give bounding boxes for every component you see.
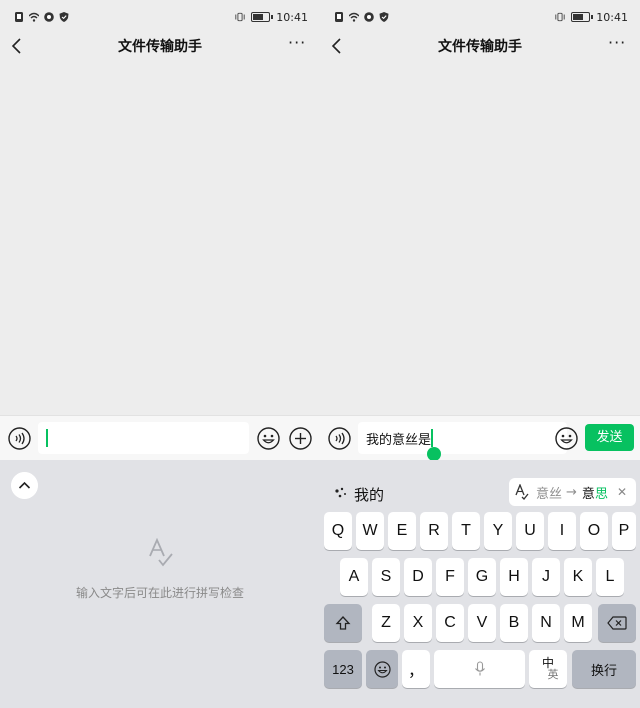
battery-level: [253, 14, 263, 20]
key-m[interactable]: M: [564, 604, 592, 642]
key-p[interactable]: P: [612, 512, 636, 550]
key-t[interactable]: T: [452, 512, 480, 550]
key-d[interactable]: D: [404, 558, 432, 596]
emoji-icon: [373, 660, 391, 678]
shift-icon: [335, 616, 351, 630]
message-input-text: 我的意丝是: [366, 432, 432, 448]
key-n[interactable]: N: [532, 604, 560, 642]
app-icon: [364, 12, 374, 22]
notification-icon: [335, 12, 343, 22]
key-h[interactable]: H: [500, 558, 528, 596]
lang-zh-label: 中: [541, 656, 554, 670]
suggestion-arrow: →: [566, 484, 577, 500]
add-icon[interactable]: [289, 427, 312, 450]
punctuation-key[interactable]: ，: [402, 650, 430, 688]
status-time: 10:41: [276, 10, 308, 24]
key-c[interactable]: C: [436, 604, 464, 642]
key-g[interactable]: G: [468, 558, 496, 596]
chat-title: 文件传输助手: [438, 39, 522, 55]
status-bar: 10:41: [0, 0, 320, 34]
spell-check-hint: 输入文字后可在此进行拼写检查: [75, 586, 244, 600]
text-cursor: [431, 429, 433, 447]
input-bar: [0, 415, 320, 460]
key-b[interactable]: B: [500, 604, 528, 642]
key-w[interactable]: W: [356, 512, 384, 550]
backspace-icon: [607, 616, 627, 630]
left-screen: 10:41 文件传输助手 ··· 输入文字后可在此进行拼写检查: [0, 0, 320, 708]
key-f[interactable]: F: [436, 558, 464, 596]
suggestion-corrected-char: 思: [594, 486, 608, 502]
backspace-key[interactable]: [598, 604, 636, 642]
language-switch-key[interactable]: 中 英: [529, 650, 567, 688]
spell-check-icon: [149, 538, 173, 567]
spell-check-icon: [515, 484, 529, 500]
sparkle-icon: [335, 487, 346, 498]
cursor-handle[interactable]: [427, 447, 441, 461]
input-bar: 我的意丝是 发送: [320, 415, 640, 461]
more-options-button[interactable]: ···: [608, 35, 626, 52]
battery-icon: [251, 12, 274, 22]
key-u[interactable]: U: [516, 512, 544, 550]
status-time: 10:41: [596, 10, 628, 24]
message-input[interactable]: [38, 422, 249, 454]
emoji-key[interactable]: [366, 650, 398, 688]
app-icon: [44, 12, 54, 22]
more-options-button[interactable]: ···: [288, 35, 306, 52]
status-left-icons: [334, 11, 389, 23]
key-v[interactable]: V: [468, 604, 496, 642]
key-e[interactable]: E: [388, 512, 416, 550]
vibrate-icon: [235, 12, 245, 22]
suggestion-from: 意丝: [536, 486, 563, 502]
key-q[interactable]: Q: [324, 512, 352, 550]
text-cursor: [46, 429, 48, 447]
spell-check-panel: 输入文字后可在此进行拼写检查: [0, 460, 320, 708]
candidate-word[interactable]: 我的: [354, 484, 384, 505]
wifi-icon: [29, 12, 39, 22]
nav-bar: 文件传输助手 ···: [320, 34, 640, 58]
shield-icon: [59, 12, 69, 22]
enter-key[interactable]: 换行: [572, 650, 636, 688]
key-r[interactable]: R: [420, 512, 448, 550]
chat-title: 文件传输助手: [118, 39, 202, 55]
key-y[interactable]: Y: [484, 512, 512, 550]
emoji-icon[interactable]: [555, 427, 578, 450]
key-l[interactable]: L: [596, 558, 624, 596]
battery-level: [573, 14, 583, 20]
space-key[interactable]: [434, 650, 525, 688]
suggestion-to: 意: [581, 486, 595, 502]
notification-icon: [15, 12, 23, 22]
battery-icon: [571, 12, 594, 22]
status-right-icons: 10:41: [555, 10, 628, 24]
status-bar: 10:41: [320, 0, 640, 34]
key-i[interactable]: I: [548, 512, 576, 550]
status-right-icons: 10:41: [235, 10, 308, 24]
vibrate-icon: [555, 12, 565, 22]
key-k[interactable]: K: [564, 558, 592, 596]
microphone-icon: [474, 661, 485, 676]
shield-icon: [379, 12, 389, 22]
candidate-bar: 我的 意丝 → 意思 ✕: [320, 478, 640, 510]
right-screen: 10:41 文件传输助手 ··· 我的意丝是 发送 我的 意丝 → 意思 ✕ Q…: [320, 0, 640, 708]
send-button[interactable]: 发送: [585, 424, 634, 451]
shift-key[interactable]: [324, 604, 362, 642]
key-s[interactable]: S: [372, 558, 400, 596]
lang-en-label: 英: [547, 669, 559, 681]
voice-input-icon[interactable]: [328, 427, 351, 450]
chevron-up-icon[interactable]: [11, 472, 38, 499]
key-a[interactable]: A: [340, 558, 368, 596]
message-input[interactable]: 我的意丝是: [358, 422, 567, 454]
key-j[interactable]: J: [532, 558, 560, 596]
emoji-icon[interactable]: [257, 427, 280, 450]
keyboard: 我的 意丝 → 意思 ✕ Q W E R T Y U I O P A S D F…: [320, 460, 640, 708]
numbers-key[interactable]: 123: [324, 650, 362, 688]
key-o[interactable]: O: [580, 512, 608, 550]
status-left-icons: [14, 11, 69, 23]
key-x[interactable]: X: [404, 604, 432, 642]
wifi-icon: [349, 12, 359, 22]
key-z[interactable]: Z: [372, 604, 400, 642]
close-icon[interactable]: ✕: [617, 485, 627, 499]
voice-input-icon[interactable]: [8, 427, 31, 450]
nav-bar: 文件传输助手 ···: [0, 34, 320, 58]
spell-suggestion[interactable]: 意丝 → 意思 ✕: [509, 478, 636, 506]
